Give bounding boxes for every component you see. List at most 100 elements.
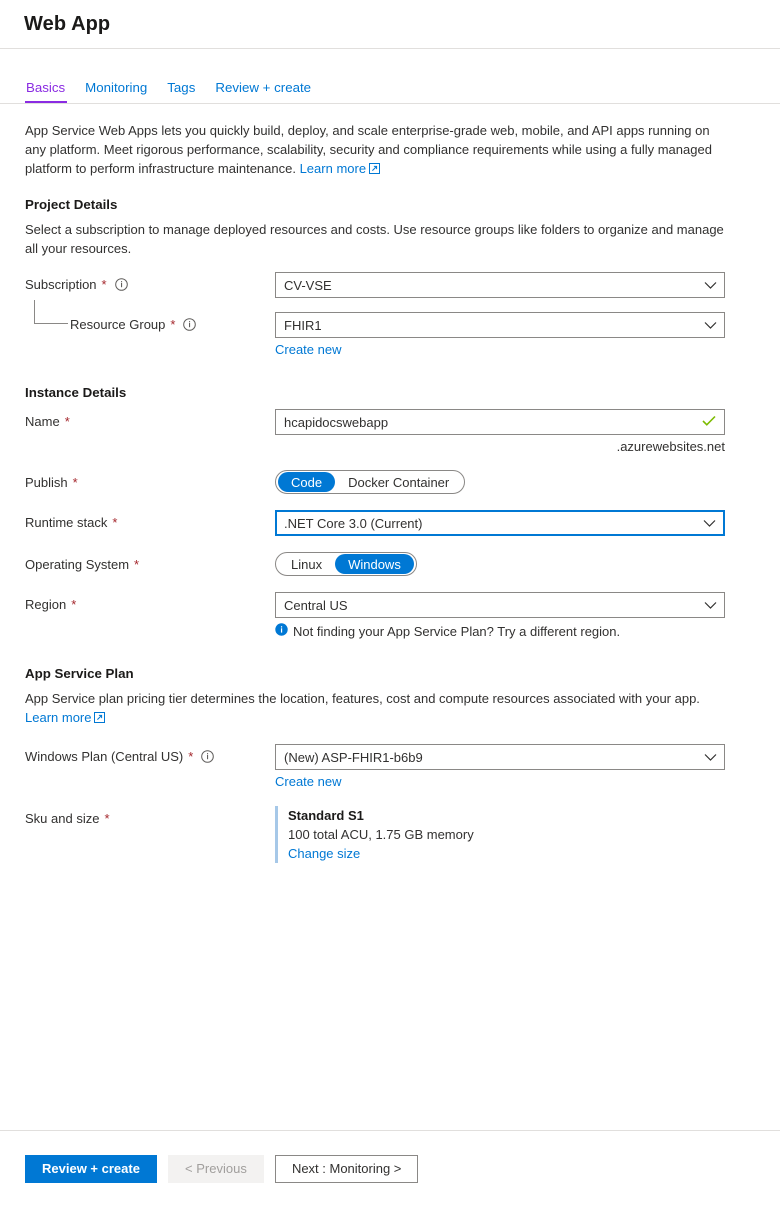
name-row: Name * hcapidocswebapp .azurewebsites.ne… [25,409,755,454]
subscription-required-marker: * [101,277,107,292]
subscription-label: Subscription [25,277,97,292]
windows-plan-required-marker: * [188,749,194,764]
region-dropdown[interactable]: Central US [275,592,725,618]
region-label: Region [25,597,67,612]
publish-control: Code Docker Container [275,470,725,494]
runtime-stack-dropdown[interactable]: .NET Core 3.0 (Current) [275,510,725,536]
sku-tier-name: Standard S1 [288,808,364,823]
operating-system-required-marker: * [134,557,140,572]
app-service-plan-description: App Service plan pricing tier determines… [25,689,725,728]
name-input[interactable]: hcapidocswebapp [275,409,725,435]
resource-group-label: Resource Group [70,317,166,332]
operating-system-toggle-group: Linux Windows [275,552,417,576]
operating-system-label-group: Operating System * [25,552,275,573]
sku-and-size-row: Sku and size * Standard S1 100 total ACU… [25,806,755,863]
resource-group-create-new-link[interactable]: Create new [275,342,341,357]
review-create-button[interactable]: Review + create [25,1154,157,1183]
publish-label: Publish [25,475,68,490]
sku-and-size-required-marker: * [104,811,110,826]
publish-option-code[interactable]: Code [278,472,336,492]
publish-row: Publish * Code Docker Container [25,470,755,494]
region-required-marker: * [71,597,77,612]
external-link-icon [369,160,381,179]
blade-description: App Service Web Apps lets you quickly bu… [25,121,725,179]
resource-group-create-new-wrapper: Create new [275,342,725,357]
resource-group-dropdown[interactable]: FHIR1 [275,312,725,338]
runtime-stack-value: .NET Core 3.0 (Current) [284,515,423,531]
tab-basics[interactable]: Basics [25,80,75,103]
web-app-create-blade: Web App Basics Monitoring Tags Review + … [0,0,780,1206]
name-label-group: Name * [25,409,275,430]
resource-group-info-icon[interactable] [183,318,197,331]
project-details-heading: Project Details [25,197,118,212]
resource-group-control: FHIR1 Create new [275,312,725,357]
sku-and-size-label: Sku and size [25,811,100,826]
runtime-stack-required-marker: * [112,515,118,530]
windows-plan-create-new-link[interactable]: Create new [275,774,341,789]
operating-system-option-windows[interactable]: Windows [335,554,414,574]
app-service-plan-description-text: App Service plan pricing tier determines… [25,691,700,706]
publish-label-group: Publish * [25,470,275,491]
chevron-down-icon [704,750,717,765]
resource-group-required-marker: * [170,317,176,332]
resource-group-label-group: Resource Group * [25,312,275,333]
subscription-control: CV-VSE [275,272,725,298]
change-size-link[interactable]: Change size [288,846,360,861]
runtime-stack-control: .NET Core 3.0 (Current) [275,510,725,536]
windows-plan-label: Windows Plan (Central US) [25,749,184,764]
region-value: Central US [284,597,348,613]
windows-plan-dropdown[interactable]: (New) ASP-FHIR1-b6b9 [275,744,725,770]
project-details-description: Select a subscription to manage deployed… [25,222,724,256]
windows-plan-value: (New) ASP-FHIR1-b6b9 [284,749,423,765]
subscription-info-icon[interactable] [114,278,128,291]
runtime-stack-label-group: Runtime stack * [25,510,275,531]
subscription-label-group: Subscription * [25,272,275,293]
region-hint: Not finding your App Service Plan? Try a… [275,623,725,639]
operating-system-row: Operating System * Linux Windows [25,552,755,576]
publish-required-marker: * [72,475,78,490]
name-label: Name [25,414,60,429]
previous-button: < Previous [167,1154,264,1183]
next-monitoring-button[interactable]: Next : Monitoring > [274,1154,419,1183]
region-control: Central US Not finding your App Service … [275,592,725,639]
subscription-dropdown[interactable]: CV-VSE [275,272,725,298]
name-domain-suffix: .azurewebsites.net [616,439,725,454]
subscription-value: CV-VSE [284,277,332,293]
tab-tags[interactable]: Tags [157,80,205,103]
valid-check-icon [702,415,716,430]
chevron-down-icon [704,318,717,333]
publish-option-docker-container[interactable]: Docker Container [335,472,462,492]
runtime-stack-label: Runtime stack [25,515,108,530]
windows-plan-label-group: Windows Plan (Central US) * [25,744,275,765]
windows-plan-create-new-wrapper: Create new [275,774,725,789]
region-hint-text: Not finding your App Service Plan? Try a… [293,623,621,639]
wizard-footer: Review + create < Previous Next : Monito… [0,1130,780,1206]
operating-system-option-linux[interactable]: Linux [278,554,335,574]
sku-summary-card: Standard S1 100 total ACU, 1.75 GB memor… [275,806,725,863]
chevron-down-icon [703,516,716,531]
sku-specs: 100 total ACU, 1.75 GB memory [288,827,474,842]
page-title: Web App [24,12,111,35]
name-value: hcapidocswebapp [284,414,389,430]
resource-group-value: FHIR1 [284,317,322,333]
tab-monitoring[interactable]: Monitoring [75,80,157,103]
runtime-stack-row: Runtime stack * .NET Core 3.0 (Current) [25,510,755,536]
wizard-tabs: Basics Monitoring Tags Review + create [0,49,780,104]
operating-system-control: Linux Windows [275,552,725,576]
blade-header: Web App [0,0,780,49]
blade-content: App Service Web Apps lets you quickly bu… [0,105,780,1130]
windows-plan-row: Windows Plan (Central US) * (New) ASP-FH… [25,744,755,789]
resource-group-row: Resource Group * FHIR1 Create new [25,300,755,357]
app-service-plan-heading: App Service Plan [25,666,134,681]
tab-review-create[interactable]: Review + create [205,80,321,103]
chevron-down-icon [704,278,717,293]
region-row: Region * Central US Not finding your App… [25,592,755,639]
region-label-group: Region * [25,592,275,613]
info-filled-icon [275,623,288,639]
windows-plan-info-icon[interactable] [201,750,215,763]
intro-learn-more-link[interactable]: Learn more [300,160,381,179]
chevron-down-icon [704,598,717,613]
name-required-marker: * [64,414,70,429]
external-link-icon [94,709,106,728]
app-service-plan-learn-more-link[interactable]: Learn more [25,709,106,728]
